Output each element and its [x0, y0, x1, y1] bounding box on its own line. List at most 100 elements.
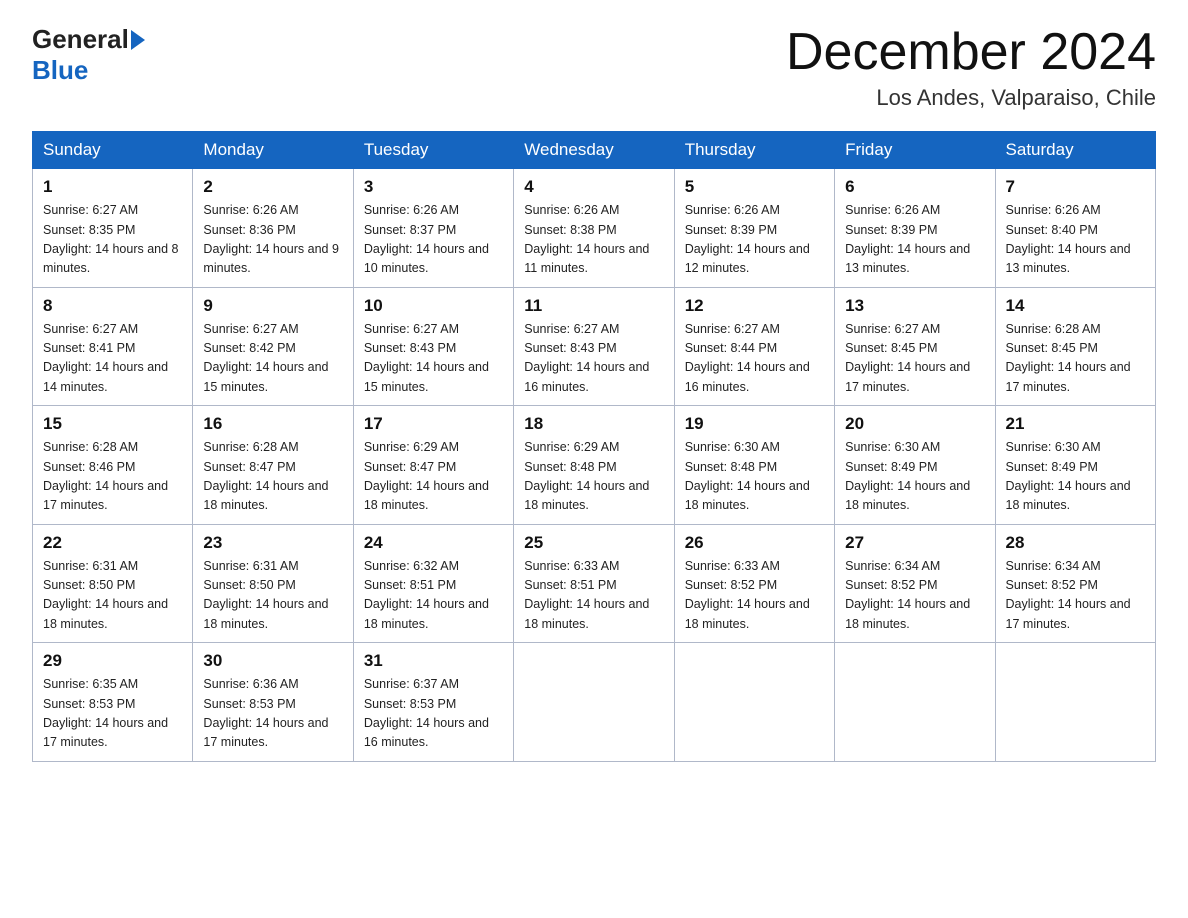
- day-info: Sunrise: 6:28 AMSunset: 8:46 PMDaylight:…: [43, 440, 168, 512]
- weekday-header: Tuesday: [353, 132, 513, 169]
- calendar-cell: 15 Sunrise: 6:28 AMSunset: 8:46 PMDaylig…: [33, 406, 193, 525]
- day-number: 27: [845, 533, 984, 553]
- calendar-cell: 12 Sunrise: 6:27 AMSunset: 8:44 PMDaylig…: [674, 287, 834, 406]
- calendar-week-row: 15 Sunrise: 6:28 AMSunset: 8:46 PMDaylig…: [33, 406, 1156, 525]
- calendar-cell: [995, 643, 1155, 762]
- logo-arrow-icon: [131, 30, 145, 50]
- day-info: Sunrise: 6:33 AMSunset: 8:51 PMDaylight:…: [524, 559, 649, 631]
- day-number: 10: [364, 296, 503, 316]
- day-number: 20: [845, 414, 984, 434]
- day-info: Sunrise: 6:37 AMSunset: 8:53 PMDaylight:…: [364, 677, 489, 749]
- calendar-cell: 3 Sunrise: 6:26 AMSunset: 8:37 PMDayligh…: [353, 169, 513, 288]
- calendar-table: SundayMondayTuesdayWednesdayThursdayFrid…: [32, 131, 1156, 762]
- day-number: 23: [203, 533, 342, 553]
- calendar-cell: 11 Sunrise: 6:27 AMSunset: 8:43 PMDaylig…: [514, 287, 674, 406]
- calendar-cell: [514, 643, 674, 762]
- calendar-cell: 23 Sunrise: 6:31 AMSunset: 8:50 PMDaylig…: [193, 524, 353, 643]
- calendar-cell: 29 Sunrise: 6:35 AMSunset: 8:53 PMDaylig…: [33, 643, 193, 762]
- calendar-cell: 17 Sunrise: 6:29 AMSunset: 8:47 PMDaylig…: [353, 406, 513, 525]
- day-number: 31: [364, 651, 503, 671]
- calendar-cell: 21 Sunrise: 6:30 AMSunset: 8:49 PMDaylig…: [995, 406, 1155, 525]
- day-number: 25: [524, 533, 663, 553]
- day-number: 21: [1006, 414, 1145, 434]
- day-number: 1: [43, 177, 182, 197]
- location-subtitle: Los Andes, Valparaiso, Chile: [786, 85, 1156, 111]
- day-info: Sunrise: 6:29 AMSunset: 8:48 PMDaylight:…: [524, 440, 649, 512]
- calendar-cell: 28 Sunrise: 6:34 AMSunset: 8:52 PMDaylig…: [995, 524, 1155, 643]
- calendar-week-row: 29 Sunrise: 6:35 AMSunset: 8:53 PMDaylig…: [33, 643, 1156, 762]
- day-info: Sunrise: 6:27 AMSunset: 8:43 PMDaylight:…: [364, 322, 489, 394]
- weekday-header: Monday: [193, 132, 353, 169]
- day-info: Sunrise: 6:27 AMSunset: 8:35 PMDaylight:…: [43, 203, 179, 275]
- day-number: 30: [203, 651, 342, 671]
- weekday-header: Sunday: [33, 132, 193, 169]
- weekday-header: Saturday: [995, 132, 1155, 169]
- logo: General Blue: [32, 24, 149, 86]
- calendar-cell: 9 Sunrise: 6:27 AMSunset: 8:42 PMDayligh…: [193, 287, 353, 406]
- calendar-cell: 14 Sunrise: 6:28 AMSunset: 8:45 PMDaylig…: [995, 287, 1155, 406]
- day-info: Sunrise: 6:28 AMSunset: 8:45 PMDaylight:…: [1006, 322, 1131, 394]
- day-number: 22: [43, 533, 182, 553]
- day-number: 17: [364, 414, 503, 434]
- calendar-cell: [674, 643, 834, 762]
- day-info: Sunrise: 6:27 AMSunset: 8:43 PMDaylight:…: [524, 322, 649, 394]
- weekday-header-row: SundayMondayTuesdayWednesdayThursdayFrid…: [33, 132, 1156, 169]
- calendar-cell: 30 Sunrise: 6:36 AMSunset: 8:53 PMDaylig…: [193, 643, 353, 762]
- day-number: 9: [203, 296, 342, 316]
- calendar-cell: 4 Sunrise: 6:26 AMSunset: 8:38 PMDayligh…: [514, 169, 674, 288]
- title-block: December 2024 Los Andes, Valparaiso, Chi…: [786, 24, 1156, 111]
- calendar-cell: 26 Sunrise: 6:33 AMSunset: 8:52 PMDaylig…: [674, 524, 834, 643]
- weekday-header: Wednesday: [514, 132, 674, 169]
- page-header: General Blue December 2024 Los Andes, Va…: [32, 24, 1156, 111]
- calendar-cell: 1 Sunrise: 6:27 AMSunset: 8:35 PMDayligh…: [33, 169, 193, 288]
- day-number: 16: [203, 414, 342, 434]
- day-number: 5: [685, 177, 824, 197]
- day-info: Sunrise: 6:29 AMSunset: 8:47 PMDaylight:…: [364, 440, 489, 512]
- day-number: 11: [524, 296, 663, 316]
- day-info: Sunrise: 6:27 AMSunset: 8:45 PMDaylight:…: [845, 322, 970, 394]
- calendar-week-row: 22 Sunrise: 6:31 AMSunset: 8:50 PMDaylig…: [33, 524, 1156, 643]
- calendar-cell: 8 Sunrise: 6:27 AMSunset: 8:41 PMDayligh…: [33, 287, 193, 406]
- day-info: Sunrise: 6:30 AMSunset: 8:49 PMDaylight:…: [1006, 440, 1131, 512]
- day-info: Sunrise: 6:32 AMSunset: 8:51 PMDaylight:…: [364, 559, 489, 631]
- calendar-cell: 13 Sunrise: 6:27 AMSunset: 8:45 PMDaylig…: [835, 287, 995, 406]
- weekday-header: Thursday: [674, 132, 834, 169]
- day-info: Sunrise: 6:34 AMSunset: 8:52 PMDaylight:…: [845, 559, 970, 631]
- calendar-cell: 25 Sunrise: 6:33 AMSunset: 8:51 PMDaylig…: [514, 524, 674, 643]
- day-info: Sunrise: 6:26 AMSunset: 8:36 PMDaylight:…: [203, 203, 339, 275]
- calendar-cell: 24 Sunrise: 6:32 AMSunset: 8:51 PMDaylig…: [353, 524, 513, 643]
- day-info: Sunrise: 6:28 AMSunset: 8:47 PMDaylight:…: [203, 440, 328, 512]
- calendar-cell: 6 Sunrise: 6:26 AMSunset: 8:39 PMDayligh…: [835, 169, 995, 288]
- calendar-cell: 31 Sunrise: 6:37 AMSunset: 8:53 PMDaylig…: [353, 643, 513, 762]
- logo-blue-text: Blue: [32, 55, 88, 85]
- calendar-cell: 19 Sunrise: 6:30 AMSunset: 8:48 PMDaylig…: [674, 406, 834, 525]
- day-info: Sunrise: 6:26 AMSunset: 8:37 PMDaylight:…: [364, 203, 489, 275]
- weekday-header: Friday: [835, 132, 995, 169]
- day-info: Sunrise: 6:26 AMSunset: 8:39 PMDaylight:…: [685, 203, 810, 275]
- day-info: Sunrise: 6:27 AMSunset: 8:44 PMDaylight:…: [685, 322, 810, 394]
- day-number: 24: [364, 533, 503, 553]
- calendar-cell: 27 Sunrise: 6:34 AMSunset: 8:52 PMDaylig…: [835, 524, 995, 643]
- calendar-cell: [835, 643, 995, 762]
- month-title: December 2024: [786, 24, 1156, 81]
- day-number: 4: [524, 177, 663, 197]
- day-info: Sunrise: 6:26 AMSunset: 8:40 PMDaylight:…: [1006, 203, 1131, 275]
- calendar-cell: 22 Sunrise: 6:31 AMSunset: 8:50 PMDaylig…: [33, 524, 193, 643]
- calendar-week-row: 1 Sunrise: 6:27 AMSunset: 8:35 PMDayligh…: [33, 169, 1156, 288]
- day-info: Sunrise: 6:31 AMSunset: 8:50 PMDaylight:…: [203, 559, 328, 631]
- calendar-cell: 10 Sunrise: 6:27 AMSunset: 8:43 PMDaylig…: [353, 287, 513, 406]
- calendar-cell: 18 Sunrise: 6:29 AMSunset: 8:48 PMDaylig…: [514, 406, 674, 525]
- day-number: 13: [845, 296, 984, 316]
- calendar-week-row: 8 Sunrise: 6:27 AMSunset: 8:41 PMDayligh…: [33, 287, 1156, 406]
- calendar-cell: 7 Sunrise: 6:26 AMSunset: 8:40 PMDayligh…: [995, 169, 1155, 288]
- day-info: Sunrise: 6:34 AMSunset: 8:52 PMDaylight:…: [1006, 559, 1131, 631]
- day-number: 2: [203, 177, 342, 197]
- calendar-cell: 2 Sunrise: 6:26 AMSunset: 8:36 PMDayligh…: [193, 169, 353, 288]
- day-info: Sunrise: 6:33 AMSunset: 8:52 PMDaylight:…: [685, 559, 810, 631]
- day-number: 28: [1006, 533, 1145, 553]
- day-number: 14: [1006, 296, 1145, 316]
- day-number: 29: [43, 651, 182, 671]
- day-number: 15: [43, 414, 182, 434]
- day-info: Sunrise: 6:30 AMSunset: 8:49 PMDaylight:…: [845, 440, 970, 512]
- day-info: Sunrise: 6:35 AMSunset: 8:53 PMDaylight:…: [43, 677, 168, 749]
